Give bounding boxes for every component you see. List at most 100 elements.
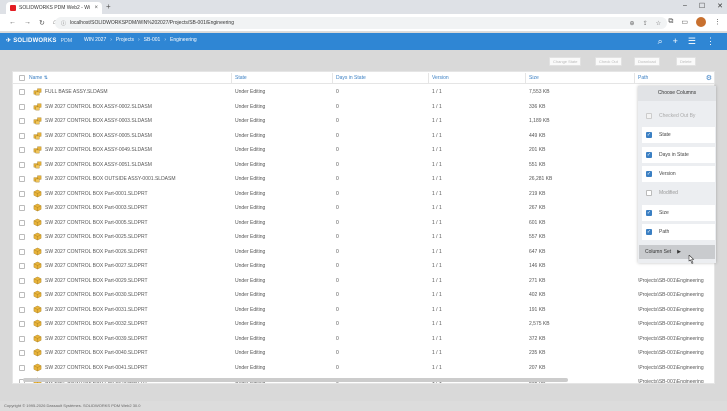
table-row[interactable]: SW 2027 CONTROL BOX Part-0032.SLDPRT Unde… <box>13 317 714 332</box>
file-name[interactable]: SW 2027 CONTROL BOX ASSY-0003.SLDASM <box>45 118 152 124</box>
file-name[interactable]: SW 2027 CONTROL BOX Part-0041.SLDPRT <box>45 365 148 371</box>
row-checkbox[interactable] <box>19 205 25 211</box>
delete-button[interactable]: Delete <box>676 57 696 66</box>
share-icon[interactable]: ⇪ <box>643 20 648 27</box>
table-row[interactable]: SW 2027 CONTROL BOX ASSY-0002.SLDASM Unde… <box>13 100 714 115</box>
gear-icon[interactable]: ⚙ <box>706 74 712 82</box>
column-option-path[interactable]: ✓ Path <box>642 224 715 240</box>
table-row[interactable]: SW 2027 CONTROL BOX ASSY-0049.SLDASM Unde… <box>13 143 714 158</box>
bookmark-icon[interactable]: ☆ <box>656 20 661 27</box>
file-name[interactable]: SW 2027 CONTROL BOX Part-0025.SLDPRT <box>45 234 148 240</box>
reload-icon[interactable]: ↻ <box>39 19 45 27</box>
change-state-button[interactable]: Change State <box>549 57 582 66</box>
file-name[interactable]: SW 2027 CONTROL BOX Part-0027.SLDPRT <box>45 263 148 269</box>
download-button[interactable]: Download <box>634 57 660 66</box>
column-option-checkbox[interactable] <box>646 190 652 196</box>
close-window-icon[interactable]: ✕ <box>717 2 723 10</box>
row-checkbox[interactable] <box>19 263 25 269</box>
select-all-checkbox[interactable] <box>19 75 25 81</box>
breadcrumb-vault[interactable]: WIN 2027 <box>84 37 106 43</box>
row-checkbox[interactable] <box>19 89 25 95</box>
col-header-version[interactable]: Version <box>432 75 449 81</box>
breadcrumb-projects[interactable]: Projects <box>116 37 134 43</box>
row-checkbox[interactable] <box>19 234 25 240</box>
table-row[interactable]: SW 2027 CONTROL BOX Part-0005.SLDPRT Unde… <box>13 216 714 231</box>
column-divider[interactable] <box>428 73 429 83</box>
row-checkbox[interactable] <box>19 147 25 153</box>
breadcrumb-sb001[interactable]: SB-001 <box>144 37 161 43</box>
file-name[interactable]: SW 2027 CONTROL BOX OUTSIDE ASSY-0001.SL… <box>45 176 176 182</box>
table-row[interactable]: SW 2027 CONTROL BOX Part-0041.SLDPRT Unde… <box>13 361 714 376</box>
browser-tab[interactable]: SOLIDWORKS PDM Web2 - Wi × <box>6 2 102 14</box>
table-row[interactable]: SW 2027 CONTROL BOX Part-0027.SLDPRT Unde… <box>13 259 714 274</box>
close-tab-icon[interactable]: × <box>94 5 98 11</box>
col-header-days[interactable]: Days in State <box>336 75 366 81</box>
row-checkbox[interactable] <box>19 103 25 110</box>
file-name[interactable]: SW 2027 CONTROL BOX ASSY-0002.SLDASM <box>45 104 152 110</box>
file-name[interactable]: SW 2027 CONTROL BOX Part-0040.SLDPRT <box>45 350 148 356</box>
file-name[interactable]: FULL BASE ASSY.SLDASM <box>45 89 108 95</box>
more-icon[interactable]: ⋮ <box>706 36 715 46</box>
table-row[interactable]: FULL BASE ASSY.SLDASM Under Editing 0 1 / 1… <box>13 85 714 100</box>
file-name[interactable]: SW 2027 CONTROL BOX Part-0005.SLDPRT <box>45 220 148 226</box>
row-checkbox[interactable] <box>19 161 25 168</box>
table-row[interactable]: SW 2027 CONTROL BOX Part-0039.SLDPRT Unde… <box>13 332 714 347</box>
table-row[interactable]: SW 2027 CONTROL BOX ASSY-0005.SLDASM Unde… <box>13 129 714 144</box>
row-checkbox[interactable] <box>19 335 25 342</box>
search-icon[interactable]: ⌕ <box>658 36 663 46</box>
table-row[interactable]: SW 2027 CONTROL BOX Part-0030.SLDPRT Unde… <box>13 288 714 303</box>
row-checkbox[interactable] <box>19 176 25 182</box>
table-row[interactable]: SW 2027 CONTROL BOX Part-0003.SLDPRT Unde… <box>13 201 714 216</box>
column-option-checkbox[interactable]: ✓ <box>646 152 652 158</box>
column-option-state[interactable]: ✓ State <box>642 127 715 143</box>
column-option-modified[interactable]: Modified <box>642 185 715 201</box>
col-header-path[interactable]: Path <box>638 75 648 81</box>
column-divider[interactable] <box>634 73 635 83</box>
row-checkbox[interactable] <box>19 190 25 197</box>
column-option-days-in-state[interactable]: ✓ Days in State <box>642 147 715 163</box>
file-name[interactable]: SW 2027 CONTROL BOX Part-0029.SLDPRT <box>45 278 148 284</box>
row-checkbox[interactable] <box>19 277 25 284</box>
file-name[interactable]: SW 2027 CONTROL BOX Part-0039.SLDPRT <box>45 336 148 342</box>
file-name[interactable]: SW 2027 CONTROL BOX Part-0030.SLDPRT <box>45 292 148 298</box>
file-name[interactable]: SW 2027 CONTROL BOX ASSY-0005.SLDASM <box>45 133 152 139</box>
table-row[interactable]: SW 2027 CONTROL BOX OUTSIDE ASSY-0001.SL… <box>13 172 714 187</box>
horizontal-scrollbar[interactable] <box>23 378 568 382</box>
row-checkbox[interactable] <box>19 219 25 226</box>
row-checkbox[interactable] <box>19 306 25 313</box>
table-row[interactable]: SW 2027 CONTROL BOX Part-0025.SLDPRT Unde… <box>13 230 714 245</box>
row-checkbox[interactable] <box>19 118 25 124</box>
check-out-button[interactable]: Check Out <box>595 57 622 66</box>
column-set-menu-item[interactable]: Column Set ▶ <box>639 245 715 259</box>
row-checkbox[interactable] <box>19 248 25 255</box>
column-divider[interactable] <box>332 73 333 83</box>
column-option-size[interactable]: ✓ Size <box>642 205 715 221</box>
column-divider[interactable] <box>231 73 232 83</box>
plus-icon[interactable]: + <box>673 36 678 46</box>
table-row[interactable]: SW 2027 CONTROL BOX Part-0040.SLDPRT Unde… <box>13 346 714 361</box>
file-name[interactable]: SW 2027 CONTROL BOX Part-0001.SLDPRT <box>45 191 148 197</box>
file-name[interactable]: SW 2027 CONTROL BOX Part-0032.SLDPRT <box>45 321 148 327</box>
sidepanel-icon[interactable]: ▭ <box>681 18 688 26</box>
file-name[interactable]: SW 2027 CONTROL BOX Part-0031.SLDPRT <box>45 307 148 313</box>
minimize-icon[interactable]: – <box>683 2 687 10</box>
row-checkbox[interactable] <box>19 321 25 327</box>
table-row[interactable]: SW 2027 CONTROL BOX ASSY-0051.SLDASM Unde… <box>13 158 714 173</box>
column-divider[interactable] <box>525 73 526 83</box>
column-option-checkbox[interactable]: ✓ <box>646 229 652 235</box>
new-tab-icon[interactable]: + <box>106 2 111 11</box>
info-icon[interactable]: ⓘ <box>61 20 66 27</box>
col-header-state[interactable]: State <box>235 75 247 81</box>
file-name[interactable]: SW 2027 CONTROL BOX Part-0026.SLDPRT <box>45 249 148 255</box>
file-name[interactable]: SW 2027 CONTROL BOX ASSY-0051.SLDASM <box>45 162 152 168</box>
table-row[interactable]: SW 2027 CONTROL BOX Part-0031.SLDPRT Unde… <box>13 303 714 318</box>
column-option-version[interactable]: ✓ Version <box>642 166 715 182</box>
file-name[interactable]: SW 2027 CONTROL BOX ASSY-0049.SLDASM <box>45 147 152 153</box>
solidworks-logo[interactable]: ✈ SOLIDWORKS PDM <box>6 37 72 45</box>
row-checkbox[interactable] <box>19 292 25 298</box>
install-icon[interactable]: ⊕ <box>630 20 635 27</box>
profile-avatar[interactable] <box>696 17 706 27</box>
back-icon[interactable]: ← <box>9 19 16 27</box>
maximize-icon[interactable]: ☐ <box>699 2 705 10</box>
row-checkbox[interactable] <box>19 364 25 371</box>
